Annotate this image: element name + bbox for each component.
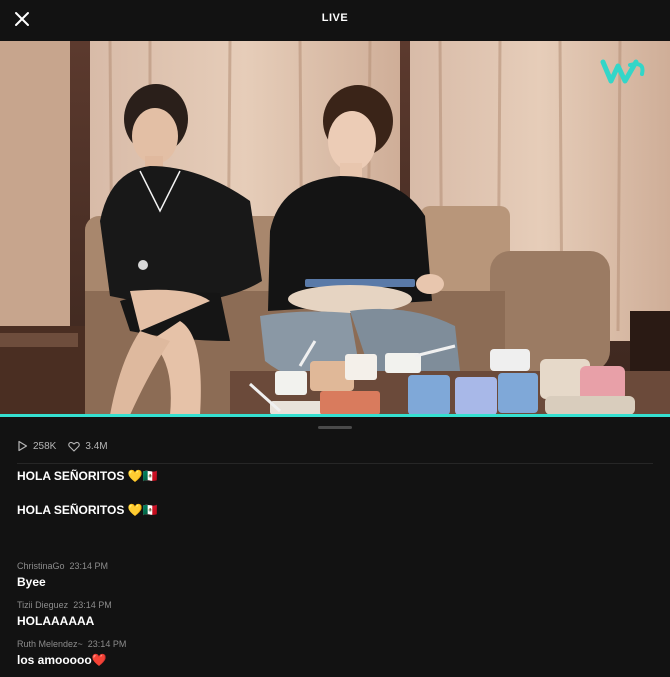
pinned-message: HOLA SEÑORITOS 💛🇲🇽 bbox=[17, 502, 657, 536]
chat-message-text: los amooooo❤️ bbox=[17, 653, 107, 667]
pinned-message-text: HOLA SEÑORITOS 💛🇲🇽 bbox=[17, 469, 158, 483]
chat-message-meta: Tizii Dieguez 23:14 PM bbox=[17, 599, 657, 612]
chat-message: Ruth Melendez~ 23:14 PM los amooooo❤️ bbox=[17, 638, 657, 669]
chat-message-meta: ChristinaGo 23:14 PM bbox=[17, 560, 657, 573]
chat-timestamp: 23:14 PM bbox=[73, 600, 112, 610]
likes-stat: 3.4M bbox=[68, 440, 108, 452]
likes-count: 3.4M bbox=[85, 440, 108, 452]
play-icon bbox=[18, 440, 28, 452]
pinned-message-text: HOLA SEÑORITOS 💛🇲🇽 bbox=[17, 503, 158, 517]
chat-list[interactable]: HOLA SEÑORITOS 💛🇲🇽 HOLA SEÑORITOS 💛🇲🇽 Ch… bbox=[17, 468, 657, 677]
chat-message-text: HOLAAAAAA bbox=[17, 614, 95, 628]
pinned-message: HOLA SEÑORITOS 💛🇲🇽 bbox=[17, 468, 657, 502]
chat-message-meta: Ruth Melendez~ 23:14 PM bbox=[17, 638, 657, 651]
top-bar: LIVE bbox=[0, 0, 670, 40]
live-video-player[interactable] bbox=[0, 41, 670, 415]
panel-drag-handle[interactable] bbox=[318, 426, 352, 429]
chat-message: ChristinaGo 23:14 PM Byee bbox=[17, 560, 657, 591]
chat-message-text: Byee bbox=[17, 575, 46, 589]
chat-username: ChristinaGo bbox=[17, 561, 65, 571]
chat-message: Tizii Dieguez 23:14 PM HOLAAAAAA bbox=[17, 599, 657, 630]
chat-username: Ruth Melendez~ bbox=[17, 639, 83, 649]
video-progress-fill bbox=[0, 414, 670, 417]
divider bbox=[17, 463, 653, 464]
chat-timestamp: 23:14 PM bbox=[69, 561, 109, 571]
chat-timestamp: 23:14 PM bbox=[87, 639, 127, 649]
video-frame bbox=[0, 41, 670, 415]
video-progress-bar[interactable] bbox=[0, 414, 670, 417]
page-title: LIVE bbox=[321, 12, 349, 24]
views-count: 258K bbox=[33, 440, 57, 452]
heart-icon bbox=[68, 441, 81, 452]
live-stats: 258K 3.4M bbox=[17, 439, 120, 453]
chat-username: Tizii Dieguez bbox=[17, 600, 69, 610]
views-stat: 258K bbox=[17, 440, 56, 452]
